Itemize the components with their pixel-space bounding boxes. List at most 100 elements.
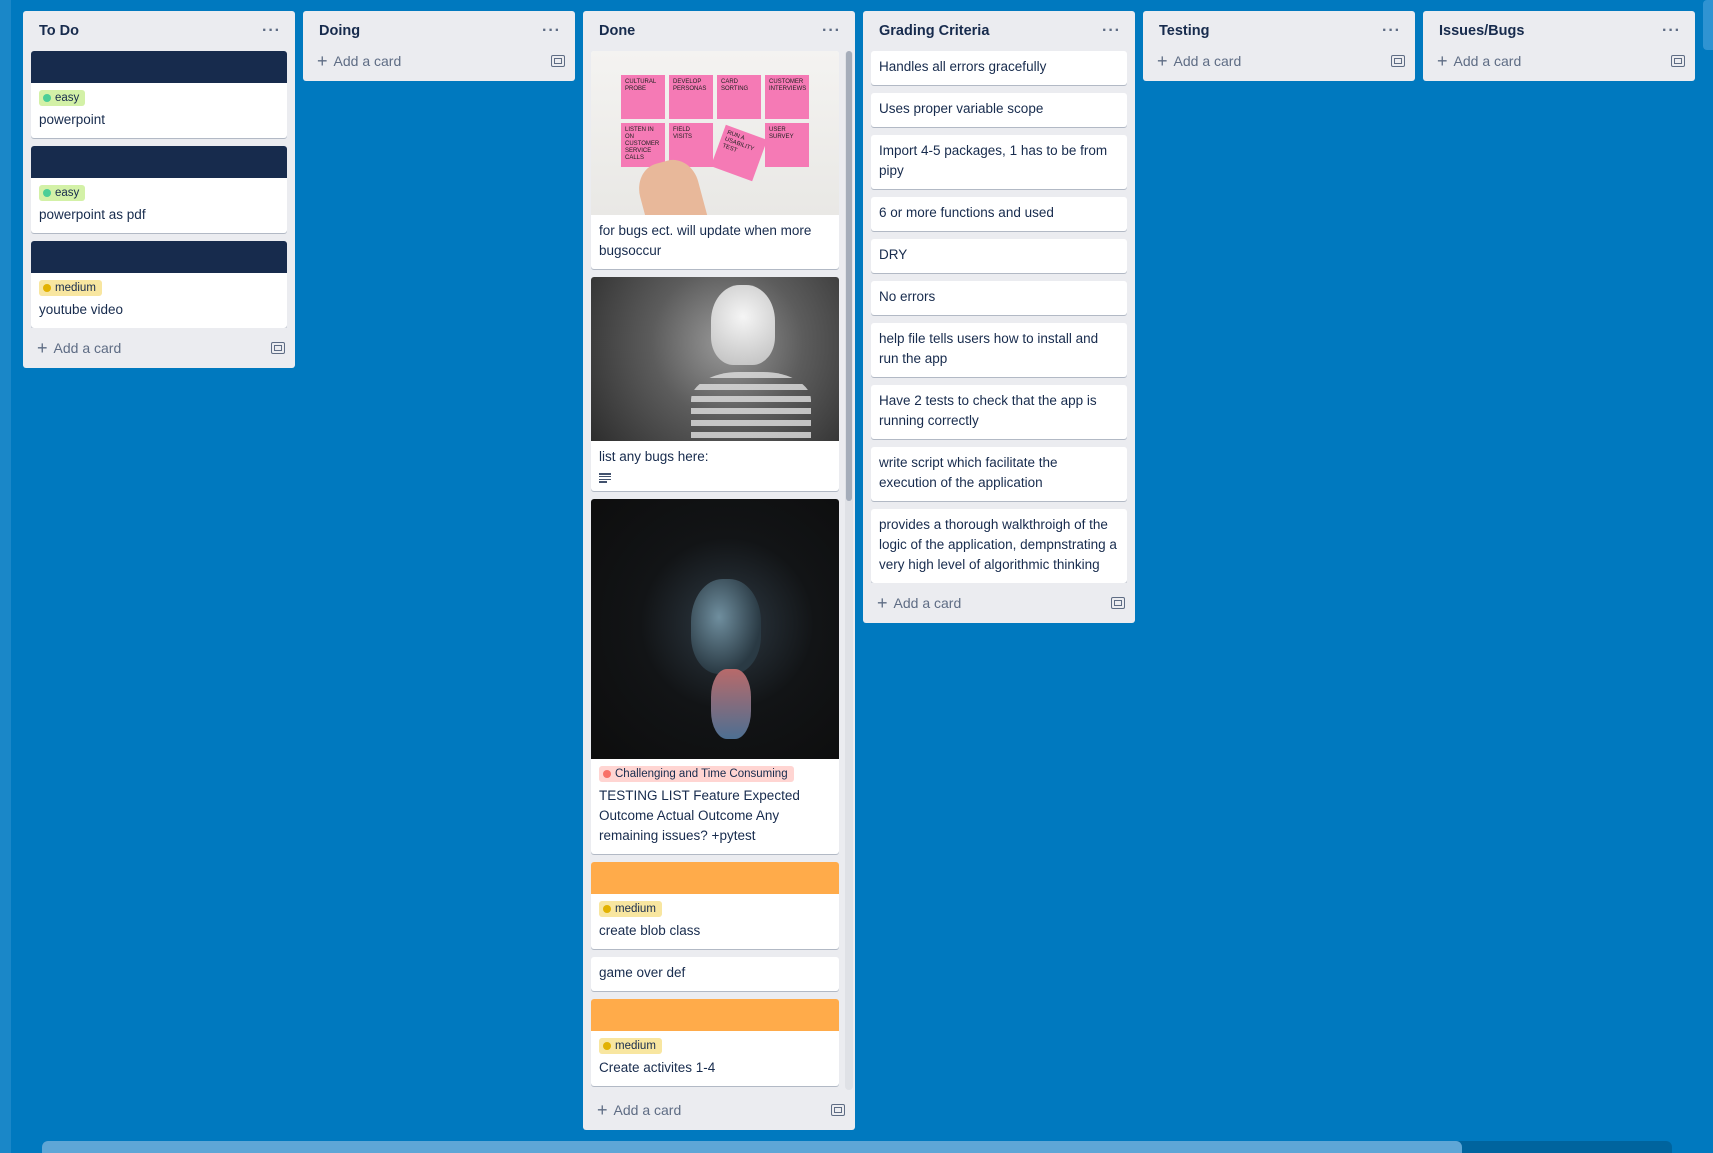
list-todo: To Do ··· easy powerpoint easy powerpoin… <box>23 11 295 368</box>
list-done: Done ··· CULTURAL PROBE DEVELOP PERSONAS… <box>583 11 855 1130</box>
vertical-scrollbar[interactable] <box>845 51 853 1090</box>
ellipsis-icon[interactable]: ··· <box>818 22 845 40</box>
label-text: easy <box>55 187 80 199</box>
card-title: write script which facilitate the execut… <box>879 455 1058 490</box>
sticky-notes-image: CULTURAL PROBE DEVELOP PERSONAS CARD SOR… <box>591 51 839 215</box>
add-card-label: Add a card <box>1173 53 1242 69</box>
label-dot-icon <box>603 770 611 778</box>
card-template-icon[interactable] <box>1111 597 1125 609</box>
add-card-row: + Add a card <box>23 328 295 368</box>
card-title: Import 4-5 packages, 1 has to be from pi… <box>879 143 1108 178</box>
plus-icon: + <box>597 1100 608 1120</box>
card[interactable]: Have 2 tests to check that the app is ru… <box>871 385 1127 439</box>
card-title: provides a thorough walkthroigh of the l… <box>879 517 1117 572</box>
label-dot-icon <box>43 284 51 292</box>
ellipsis-icon[interactable]: ··· <box>1378 22 1405 40</box>
sticky-note: CARD SORTING <box>717 75 761 119</box>
list-doing: Doing ··· + Add a card <box>303 11 575 81</box>
card[interactable]: game over def <box>591 957 839 991</box>
sticky-note: CULTURAL PROBE <box>621 75 665 119</box>
add-card-row: + Add a card <box>583 1090 855 1130</box>
card-template-icon[interactable] <box>831 1104 845 1116</box>
card-cover <box>31 241 287 273</box>
card-title: No errors <box>879 289 936 304</box>
label-medium: medium <box>599 1038 662 1054</box>
card[interactable]: medium Create activites 1-4 <box>591 999 839 1086</box>
card-title: game over def <box>599 965 686 980</box>
card-template-icon[interactable] <box>271 342 285 354</box>
card[interactable]: write script which facilitate the execut… <box>871 447 1127 501</box>
sticky-note: RUN A USABILITY TEST <box>710 124 768 182</box>
face-shape <box>691 579 761 674</box>
label-challenging: Challenging and Time Consuming <box>599 766 794 782</box>
add-card-label: Add a card <box>53 340 122 356</box>
list-title[interactable]: Done <box>599 23 635 39</box>
board-left-edge <box>0 0 11 1153</box>
label-text: medium <box>615 903 656 915</box>
add-card-label: Add a card <box>1453 53 1522 69</box>
card-title: 6 or more functions and used <box>879 205 1054 220</box>
card[interactable]: CULTURAL PROBE DEVELOP PERSONAS CARD SOR… <box>591 51 839 269</box>
card-title: list any bugs here: <box>599 449 709 464</box>
add-card-button[interactable]: + Add a card <box>1157 52 1241 70</box>
card[interactable]: list any bugs here: <box>591 277 839 491</box>
card[interactable]: medium youtube video <box>31 241 287 328</box>
card-title: help file tells users how to install and… <box>879 331 1099 366</box>
list-title[interactable]: Testing <box>1159 23 1209 39</box>
sticky-note: DEVELOP PERSONAS <box>669 75 713 119</box>
card[interactable]: 6 or more functions and used <box>871 197 1127 231</box>
horizontal-scrollbar-thumb[interactable] <box>42 1141 1462 1153</box>
add-card-button[interactable]: + Add a card <box>317 52 401 70</box>
plus-icon: + <box>1157 51 1168 71</box>
thinking-man-image <box>591 499 839 759</box>
scrollbar-thumb[interactable] <box>846 51 852 501</box>
ellipsis-icon[interactable]: ··· <box>1658 22 1685 40</box>
card-title: TESTING LIST Feature Expected Outcome Ac… <box>599 788 800 843</box>
card[interactable]: easy powerpoint <box>31 51 287 138</box>
card-template-icon[interactable] <box>551 55 565 67</box>
card[interactable]: Handles all errors gracefully <box>871 51 1127 85</box>
card-title: Uses proper variable scope <box>879 101 1044 116</box>
card[interactable]: help file tells users how to install and… <box>871 323 1127 377</box>
card[interactable]: Challenging and Time Consuming TESTING L… <box>591 499 839 854</box>
card[interactable]: provides a thorough walkthroigh of the l… <box>871 509 1127 583</box>
label-dot-icon <box>43 94 51 102</box>
card-template-icon[interactable] <box>1671 55 1685 67</box>
add-card-button[interactable]: + Add a card <box>37 339 121 357</box>
add-card-row: + Add a card <box>1143 41 1415 81</box>
card[interactable]: Uses proper variable scope <box>871 93 1127 127</box>
label-text: medium <box>55 282 96 294</box>
label-easy: easy <box>39 185 86 201</box>
hand-shape <box>711 669 751 739</box>
card-title: DRY <box>879 247 908 262</box>
ellipsis-icon[interactable]: ··· <box>538 22 565 40</box>
card[interactable]: medium create blob class <box>591 862 839 949</box>
add-card-button[interactable]: + Add a card <box>877 594 961 612</box>
add-card-row: + Add a card <box>303 41 575 81</box>
plus-icon: + <box>37 338 48 358</box>
list-title[interactable]: Grading Criteria <box>879 23 989 39</box>
add-card-button[interactable]: + Add a card <box>1437 52 1521 70</box>
label-medium: medium <box>599 901 662 917</box>
card-template-icon[interactable] <box>1391 55 1405 67</box>
label-dot-icon <box>603 1042 611 1050</box>
list-header: Grading Criteria ··· <box>863 11 1135 51</box>
ellipsis-icon[interactable]: ··· <box>258 22 285 40</box>
plus-icon: + <box>317 51 328 71</box>
add-card-button[interactable]: + Add a card <box>597 1101 681 1119</box>
card[interactable]: easy powerpoint as pdf <box>31 146 287 233</box>
card-title: Create activites 1-4 <box>599 1060 716 1075</box>
ellipsis-icon[interactable]: ··· <box>1098 22 1125 40</box>
list-grading-criteria: Grading Criteria ··· Handles all errors … <box>863 11 1135 623</box>
card[interactable]: Import 4-5 packages, 1 has to be from pi… <box>871 135 1127 189</box>
card[interactable]: No errors <box>871 281 1127 315</box>
card-cover <box>31 146 287 178</box>
list-title[interactable]: To Do <box>39 23 79 39</box>
add-card-row: + Add a card <box>863 583 1135 623</box>
card[interactable]: DRY <box>871 239 1127 273</box>
skull-shape <box>711 285 775 365</box>
list-title[interactable]: Doing <box>319 23 360 39</box>
list-header: Done ··· <box>583 11 855 51</box>
list-title[interactable]: Issues/Bugs <box>1439 23 1524 39</box>
list-header: To Do ··· <box>23 11 295 51</box>
